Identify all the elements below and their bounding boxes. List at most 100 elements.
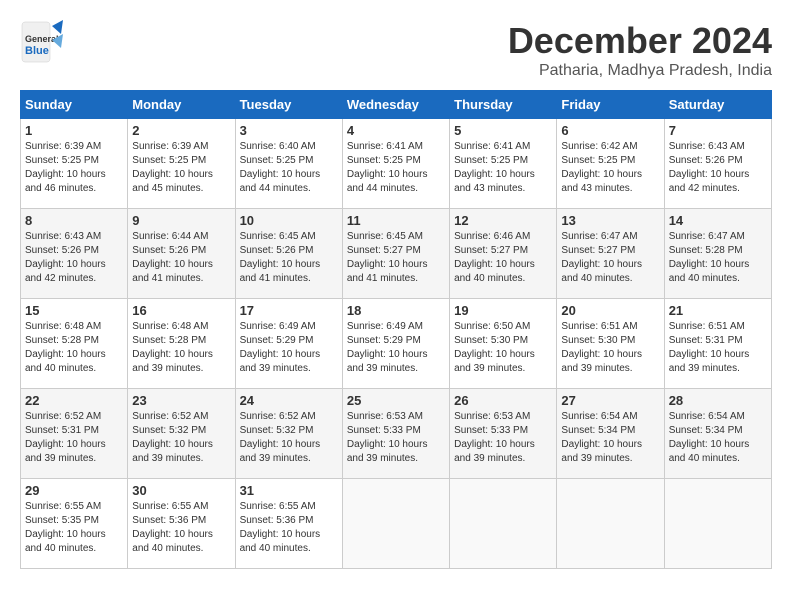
day-number: 23	[132, 393, 230, 408]
calendar-cell	[664, 479, 771, 569]
page-header: General Blue December 2024 Patharia, Mad…	[20, 20, 772, 80]
day-info: Sunrise: 6:45 AM Sunset: 5:26 PM Dayligh…	[240, 230, 338, 286]
day-info: Sunrise: 6:55 AM Sunset: 5:36 PM Dayligh…	[132, 500, 230, 556]
day-info: Sunrise: 6:43 AM Sunset: 5:26 PM Dayligh…	[25, 230, 123, 286]
calendar-cell: 2 Sunrise: 6:39 AM Sunset: 5:25 PM Daylig…	[128, 119, 235, 209]
calendar-cell: 17 Sunrise: 6:49 AM Sunset: 5:29 PM Dayli…	[235, 299, 342, 389]
calendar-table: SundayMondayTuesdayWednesdayThursdayFrid…	[20, 90, 772, 569]
day-info: Sunrise: 6:54 AM Sunset: 5:34 PM Dayligh…	[561, 410, 659, 466]
calendar-header-saturday: Saturday	[664, 91, 771, 119]
day-number: 1	[25, 123, 123, 138]
calendar-week-4: 22 Sunrise: 6:52 AM Sunset: 5:31 PM Dayli…	[21, 389, 772, 479]
day-info: Sunrise: 6:48 AM Sunset: 5:28 PM Dayligh…	[132, 320, 230, 376]
day-number: 7	[669, 123, 767, 138]
day-number: 5	[454, 123, 552, 138]
calendar-header-wednesday: Wednesday	[342, 91, 449, 119]
day-number: 13	[561, 213, 659, 228]
calendar-header-sunday: Sunday	[21, 91, 128, 119]
day-number: 25	[347, 393, 445, 408]
day-info: Sunrise: 6:51 AM Sunset: 5:31 PM Dayligh…	[669, 320, 767, 376]
day-number: 4	[347, 123, 445, 138]
day-info: Sunrise: 6:49 AM Sunset: 5:29 PM Dayligh…	[347, 320, 445, 376]
calendar-cell: 20 Sunrise: 6:51 AM Sunset: 5:30 PM Dayli…	[557, 299, 664, 389]
calendar-cell: 11Sunrise: 6:45 AM Sunset: 5:27 PM Dayli…	[342, 209, 449, 299]
day-number: 24	[240, 393, 338, 408]
day-number: 14	[669, 213, 767, 228]
calendar-cell: 14 Sunrise: 6:47 AM Sunset: 5:28 PM Dayli…	[664, 209, 771, 299]
calendar-cell: 13 Sunrise: 6:47 AM Sunset: 5:27 PM Dayli…	[557, 209, 664, 299]
day-info: Sunrise: 6:51 AM Sunset: 5:30 PM Dayligh…	[561, 320, 659, 376]
day-info: Sunrise: 6:39 AM Sunset: 5:25 PM Dayligh…	[132, 140, 230, 196]
day-number: 9	[132, 213, 230, 228]
calendar-cell: 19Sunrise: 6:50 AM Sunset: 5:30 PM Dayli…	[450, 299, 557, 389]
calendar-cell: 12 Sunrise: 6:46 AM Sunset: 5:27 PM Dayli…	[450, 209, 557, 299]
calendar-cell: 3 Sunrise: 6:40 AM Sunset: 5:25 PM Daylig…	[235, 119, 342, 209]
day-number: 28	[669, 393, 767, 408]
day-info: Sunrise: 6:48 AM Sunset: 5:28 PM Dayligh…	[25, 320, 123, 376]
day-number: 26	[454, 393, 552, 408]
calendar-header-friday: Friday	[557, 91, 664, 119]
day-info: Sunrise: 6:39 AM Sunset: 5:25 PM Dayligh…	[25, 140, 123, 196]
calendar-cell: 25 Sunrise: 6:53 AM Sunset: 5:33 PM Dayli…	[342, 389, 449, 479]
calendar-cell: 5 Sunrise: 6:41 AM Sunset: 5:25 PM Daylig…	[450, 119, 557, 209]
calendar-cell: 22 Sunrise: 6:52 AM Sunset: 5:31 PM Dayli…	[21, 389, 128, 479]
day-info: Sunrise: 6:52 AM Sunset: 5:31 PM Dayligh…	[25, 410, 123, 466]
day-info: Sunrise: 6:53 AM Sunset: 5:33 PM Dayligh…	[347, 410, 445, 466]
calendar-cell: 30 Sunrise: 6:55 AM Sunset: 5:36 PM Dayli…	[128, 479, 235, 569]
logo: General Blue	[20, 20, 64, 64]
day-info: Sunrise: 6:40 AM Sunset: 5:25 PM Dayligh…	[240, 140, 338, 196]
day-number: 21	[669, 303, 767, 318]
day-number: 2	[132, 123, 230, 138]
calendar-header-thursday: Thursday	[450, 91, 557, 119]
calendar-cell: 16 Sunrise: 6:48 AM Sunset: 5:28 PM Dayli…	[128, 299, 235, 389]
day-info: Sunrise: 6:43 AM Sunset: 5:26 PM Dayligh…	[669, 140, 767, 196]
logo-icon: General Blue	[20, 20, 64, 64]
calendar-week-1: 1 Sunrise: 6:39 AM Sunset: 5:25 PM Daylig…	[21, 119, 772, 209]
calendar-cell: 31 Sunrise: 6:55 AM Sunset: 5:36 PM Dayli…	[235, 479, 342, 569]
day-info: Sunrise: 6:47 AM Sunset: 5:27 PM Dayligh…	[561, 230, 659, 286]
day-number: 18	[347, 303, 445, 318]
day-number: 12	[454, 213, 552, 228]
day-number: 3	[240, 123, 338, 138]
day-number: 16	[132, 303, 230, 318]
day-info: Sunrise: 6:41 AM Sunset: 5:25 PM Dayligh…	[454, 140, 552, 196]
day-info: Sunrise: 6:52 AM Sunset: 5:32 PM Dayligh…	[132, 410, 230, 466]
calendar-cell: 28Sunrise: 6:54 AM Sunset: 5:34 PM Dayli…	[664, 389, 771, 479]
day-info: Sunrise: 6:49 AM Sunset: 5:29 PM Dayligh…	[240, 320, 338, 376]
day-info: Sunrise: 6:46 AM Sunset: 5:27 PM Dayligh…	[454, 230, 552, 286]
day-info: Sunrise: 6:44 AM Sunset: 5:26 PM Dayligh…	[132, 230, 230, 286]
day-number: 29	[25, 483, 123, 498]
day-number: 30	[132, 483, 230, 498]
calendar-cell: 4Sunrise: 6:41 AM Sunset: 5:25 PM Daylig…	[342, 119, 449, 209]
calendar-cell: 26 Sunrise: 6:53 AM Sunset: 5:33 PM Dayli…	[450, 389, 557, 479]
calendar-cell: 29 Sunrise: 6:55 AM Sunset: 5:35 PM Dayli…	[21, 479, 128, 569]
calendar-cell: 8Sunrise: 6:43 AM Sunset: 5:26 PM Daylig…	[21, 209, 128, 299]
svg-text:General: General	[25, 34, 59, 44]
month-title: December 2024	[508, 20, 772, 62]
calendar-cell: 6Sunrise: 6:42 AM Sunset: 5:25 PM Daylig…	[557, 119, 664, 209]
calendar-cell: 7 Sunrise: 6:43 AM Sunset: 5:26 PM Daylig…	[664, 119, 771, 209]
calendar-week-5: 29 Sunrise: 6:55 AM Sunset: 5:35 PM Dayli…	[21, 479, 772, 569]
day-number: 10	[240, 213, 338, 228]
calendar-cell: 15Sunrise: 6:48 AM Sunset: 5:28 PM Dayli…	[21, 299, 128, 389]
day-number: 31	[240, 483, 338, 498]
day-info: Sunrise: 6:55 AM Sunset: 5:35 PM Dayligh…	[25, 500, 123, 556]
calendar-header-tuesday: Tuesday	[235, 91, 342, 119]
day-number: 17	[240, 303, 338, 318]
day-info: Sunrise: 6:53 AM Sunset: 5:33 PM Dayligh…	[454, 410, 552, 466]
day-info: Sunrise: 6:47 AM Sunset: 5:28 PM Dayligh…	[669, 230, 767, 286]
calendar-week-3: 15Sunrise: 6:48 AM Sunset: 5:28 PM Dayli…	[21, 299, 772, 389]
calendar-cell: 18 Sunrise: 6:49 AM Sunset: 5:29 PM Dayli…	[342, 299, 449, 389]
calendar-cell	[557, 479, 664, 569]
calendar-cell: 24Sunrise: 6:52 AM Sunset: 5:32 PM Dayli…	[235, 389, 342, 479]
calendar-cell: 10 Sunrise: 6:45 AM Sunset: 5:26 PM Dayli…	[235, 209, 342, 299]
day-number: 11	[347, 213, 445, 228]
calendar-cell: 9 Sunrise: 6:44 AM Sunset: 5:26 PM Daylig…	[128, 209, 235, 299]
calendar-header-monday: Monday	[128, 91, 235, 119]
day-number: 27	[561, 393, 659, 408]
day-number: 22	[25, 393, 123, 408]
day-info: Sunrise: 6:55 AM Sunset: 5:36 PM Dayligh…	[240, 500, 338, 556]
calendar-header-row: SundayMondayTuesdayWednesdayThursdayFrid…	[21, 91, 772, 119]
day-number: 20	[561, 303, 659, 318]
day-number: 6	[561, 123, 659, 138]
